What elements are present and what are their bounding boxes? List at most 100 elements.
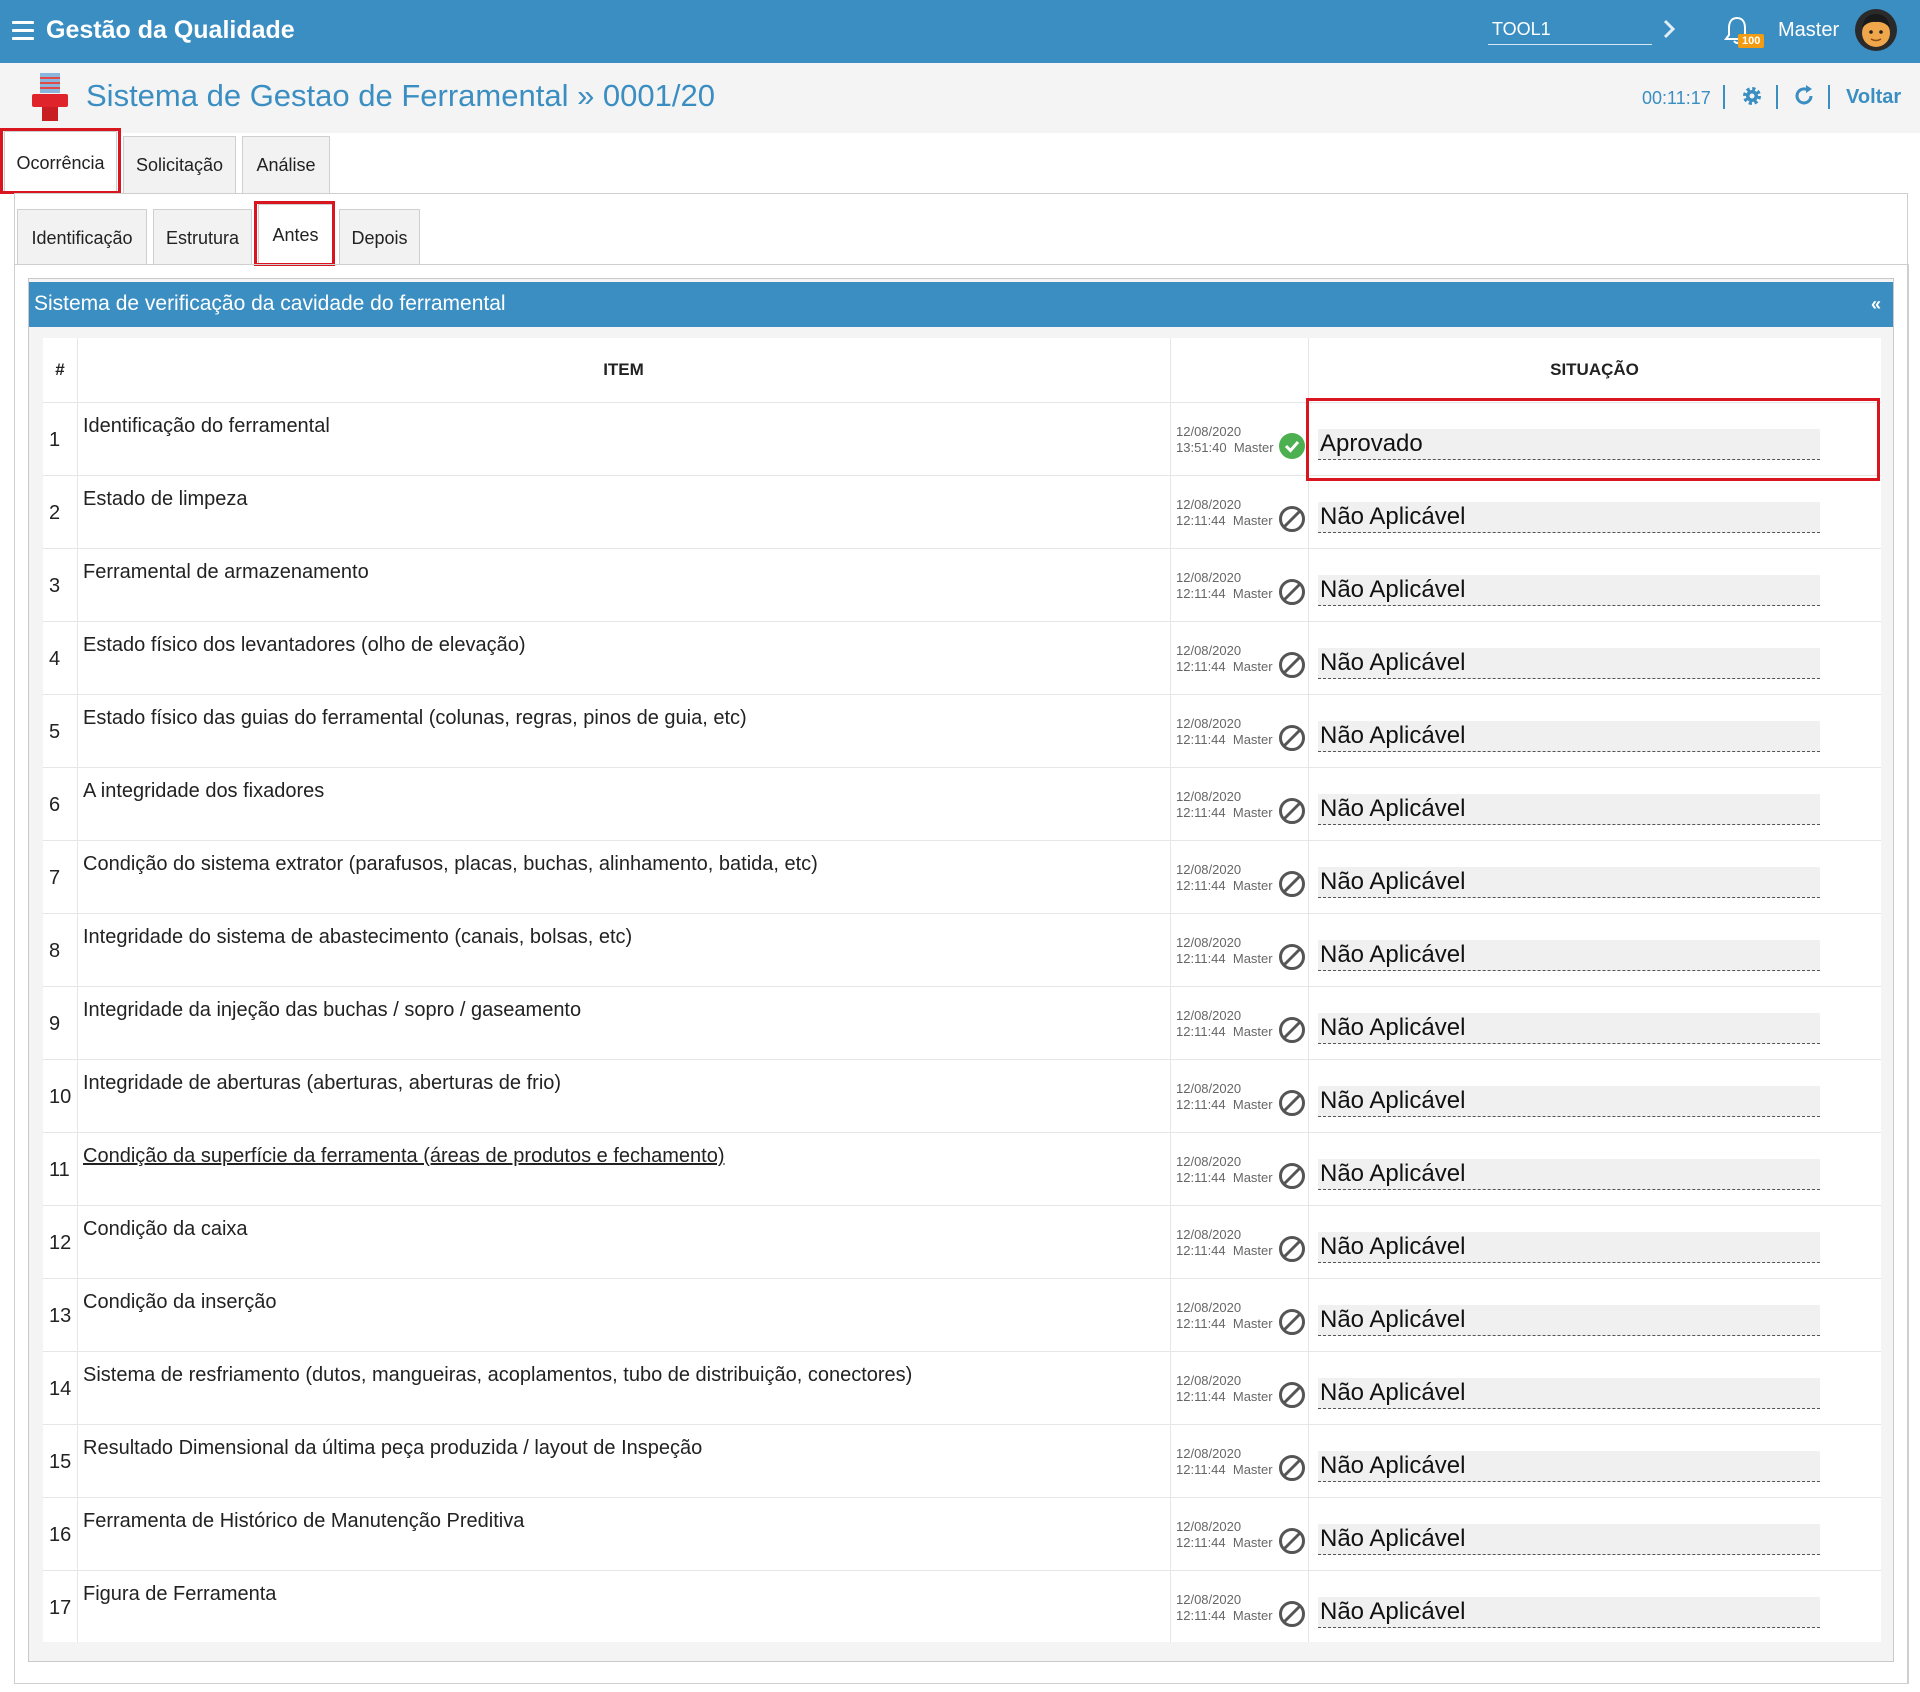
gear-icon[interactable] (1740, 84, 1764, 108)
user-name[interactable]: Master (1778, 19, 1839, 42)
notification-badge: 100 (1738, 34, 1765, 48)
ban-icon (1279, 798, 1305, 824)
row-user: Master (1232, 659, 1273, 674)
row-user: Master (1232, 1608, 1273, 1623)
row-timestamp: 12/08/2020 12:11:44 Master (1176, 1154, 1273, 1186)
ban-icon (1279, 1455, 1305, 1481)
row-time: 12:11:44 (1176, 586, 1226, 601)
status-select[interactable]: Não Aplicável (1279, 648, 1820, 679)
status-value: Não Aplicável (1320, 576, 1466, 603)
row-timestamp: 12/08/2020 12:11:44 Master (1176, 935, 1273, 967)
table-row: 2 Estado de limpeza 12/08/2020 12:11:44 Mas… (43, 475, 1881, 549)
status-select[interactable]: Não Aplicável (1279, 1451, 1820, 1482)
ban-icon (1279, 579, 1305, 605)
row-timestamp: 12/08/2020 12:11:44 Master (1176, 1519, 1273, 1551)
row-user: Master (1232, 1243, 1273, 1258)
tab-identificacao[interactable]: Identificação (17, 209, 147, 265)
status-value: Não Aplicável (1320, 941, 1466, 968)
avatar[interactable] (1854, 8, 1898, 52)
row-time: 12:11:44 (1176, 1243, 1226, 1258)
tab-estrutura[interactable]: Estrutura (153, 209, 252, 265)
row-time: 12:11:44 (1176, 951, 1226, 966)
table-row: 8 Integridade do sistema de abastecimento… (43, 913, 1881, 987)
status-select[interactable]: Não Aplicável (1279, 794, 1820, 825)
row-date: 12/08/2020 (1176, 1154, 1242, 1169)
ban-icon (1279, 1163, 1305, 1189)
tool-search-input[interactable] (1488, 14, 1652, 45)
status-select[interactable]: Não Aplicável (1279, 1378, 1820, 1409)
row-item: Identificação do ferramental (83, 415, 330, 437)
status-value: Não Aplicável (1320, 1014, 1466, 1041)
table-row: 12 Condição da caixa 12/08/2020 12:11:44 Ma… (43, 1205, 1881, 1279)
status-value: Não Aplicável (1320, 503, 1466, 530)
status-select[interactable]: Não Aplicável (1279, 1597, 1820, 1628)
ban-icon (1279, 1382, 1305, 1408)
status-value: Não Aplicável (1320, 1525, 1466, 1552)
chevron-right-icon[interactable] (1662, 18, 1676, 40)
refresh-icon[interactable] (1792, 84, 1816, 108)
row-date: 12/08/2020 (1176, 1008, 1242, 1023)
status-select[interactable]: Não Aplicável (1279, 1086, 1820, 1117)
row-number: 15 (49, 1451, 72, 1473)
row-date: 12/08/2020 (1176, 424, 1242, 439)
checklist-table: # ITEM SITUAÇÃO 1 Identificação do ferram… (43, 338, 1881, 1642)
row-item: Estado físico dos levantadores (olho de … (83, 634, 526, 656)
table-row: 13 Condição da inserção 12/08/2020 12:11:44… (43, 1278, 1881, 1352)
row-number: 17 (49, 1597, 72, 1619)
row-item: Integridade da injeção das buchas / sopr… (83, 999, 582, 1021)
row-date: 12/08/2020 (1176, 1227, 1242, 1242)
tab-ocorrencia[interactable]: Ocorrência (4, 131, 117, 193)
tab-analise[interactable]: Análise (242, 136, 330, 193)
tab-solicitacao[interactable]: Solicitação (123, 136, 236, 193)
status-select[interactable]: Não Aplicável (1279, 1232, 1820, 1263)
row-time: 12:11:44 (1176, 1462, 1226, 1477)
ban-icon (1279, 1309, 1305, 1335)
row-date: 12/08/2020 (1176, 643, 1242, 658)
ban-icon (1279, 1017, 1305, 1043)
tab-depois[interactable]: Depois (339, 209, 420, 265)
tab-antes[interactable]: Antes (258, 204, 333, 265)
status-select[interactable]: Não Aplicável (1279, 721, 1820, 752)
separator (1828, 85, 1830, 109)
status-select[interactable]: Não Aplicável (1279, 1524, 1820, 1555)
status-select[interactable]: Não Aplicável (1279, 1305, 1820, 1336)
row-item: Condição da inserção (83, 1291, 277, 1313)
row-user: Master (1232, 951, 1273, 966)
collapse-icon[interactable]: « (1871, 294, 1881, 315)
row-time: 12:11:44 (1176, 1316, 1226, 1331)
row-time: 12:11:44 (1176, 659, 1226, 674)
row-timestamp: 12/08/2020 12:11:44 Master (1176, 1446, 1273, 1478)
status-select[interactable]: Não Aplicável (1279, 940, 1820, 971)
status-value: Não Aplicável (1320, 1598, 1466, 1625)
row-number: 1 (49, 429, 61, 451)
table-row: 10 Integridade de aberturas (aberturas, a… (43, 1059, 1881, 1133)
back-link[interactable]: Voltar (1846, 86, 1901, 109)
table-row: 5 Estado físico das guias do ferramental … (43, 694, 1881, 768)
ban-icon (1279, 652, 1305, 678)
table-row: 1 Identificação do ferramental 12/08/2020 1… (43, 402, 1881, 476)
table-row: 3 Ferramental de armazenamento 12/08/2020 1… (43, 548, 1881, 622)
ban-icon (1279, 725, 1305, 751)
status-select[interactable]: Não Aplicável (1279, 1159, 1820, 1190)
row-item: Condição da superfície da ferramenta (ár… (83, 1145, 725, 1167)
status-value: Não Aplicável (1320, 795, 1466, 822)
ban-icon (1279, 944, 1305, 970)
row-date: 12/08/2020 (1176, 1373, 1242, 1388)
row-number: 12 (49, 1232, 72, 1254)
status-select[interactable]: Não Aplicável (1279, 575, 1820, 606)
separator (1776, 85, 1778, 109)
row-number: 6 (49, 794, 61, 816)
row-timestamp: 12/08/2020 12:11:44 Master (1176, 1300, 1273, 1332)
table-row: 9 Integridade da injeção das buchas / sop… (43, 986, 1881, 1060)
hamburger-menu-icon[interactable] (12, 21, 34, 40)
row-user: Master (1232, 1024, 1273, 1039)
status-select[interactable]: Não Aplicável (1279, 867, 1820, 898)
row-timestamp: 12/08/2020 12:11:44 Master (1176, 1592, 1273, 1624)
status-select[interactable]: Aprovado (1279, 429, 1820, 460)
table-row: 15 Resultado Dimensional da última peça p… (43, 1424, 1881, 1498)
status-value: Não Aplicável (1320, 1379, 1466, 1406)
row-time: 12:11:44 (1176, 1024, 1226, 1039)
status-select[interactable]: Não Aplicável (1279, 502, 1820, 533)
status-value: Não Aplicável (1320, 649, 1466, 676)
status-select[interactable]: Não Aplicável (1279, 1013, 1820, 1044)
